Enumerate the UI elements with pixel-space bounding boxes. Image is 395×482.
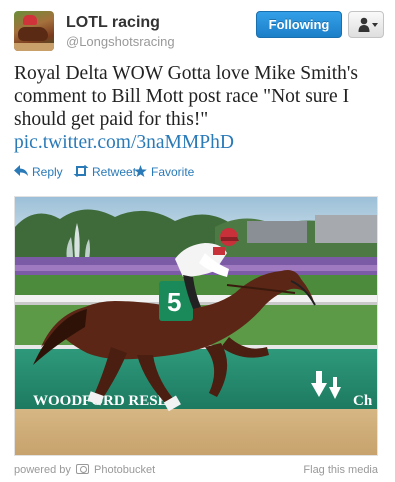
user-avatar[interactable]: [14, 11, 54, 51]
chevron-down-icon: [372, 23, 378, 27]
flag-media-link[interactable]: Flag this media: [303, 464, 378, 476]
reply-label: Reply: [32, 165, 63, 179]
tweet-media-link[interactable]: pic.twitter.com/3naMMPhD: [14, 132, 234, 153]
user-name[interactable]: LOTL racing: [66, 14, 160, 32]
favorite-label: Favorite: [151, 165, 195, 179]
tweet-body: Royal Delta WOW Gotta love Mike Smith's …: [14, 63, 359, 130]
powered-by: powered by Photobucket: [14, 464, 155, 476]
tweet-header: LOTL racing @Longshotsracing Following: [14, 11, 384, 55]
retweet-label: Retweet: [92, 165, 137, 179]
user-handle[interactable]: @Longshotsracing: [66, 34, 175, 49]
media-footer: powered by Photobucket Flag this media: [14, 464, 378, 478]
rail-sign-right-text: Ch: [353, 393, 373, 409]
saddle-number: 5: [167, 287, 181, 317]
person-icon: [358, 17, 370, 32]
following-button[interactable]: Following: [256, 11, 342, 38]
retweet-icon: [73, 165, 89, 177]
tweet-photo[interactable]: WOODFORD RESE Ch 5: [14, 196, 378, 456]
powered-by-label: powered by: [14, 464, 71, 476]
tweet-text: Royal Delta WOW Gotta love Mike Smith's …: [14, 62, 384, 154]
photobucket-link[interactable]: Photobucket: [94, 464, 155, 476]
reply-icon: [14, 165, 28, 176]
star-icon: [134, 165, 147, 177]
user-actions-dropdown[interactable]: [348, 11, 384, 38]
racehorse-photo: WOODFORD RESE Ch 5: [15, 197, 377, 455]
camera-icon: [75, 464, 89, 474]
